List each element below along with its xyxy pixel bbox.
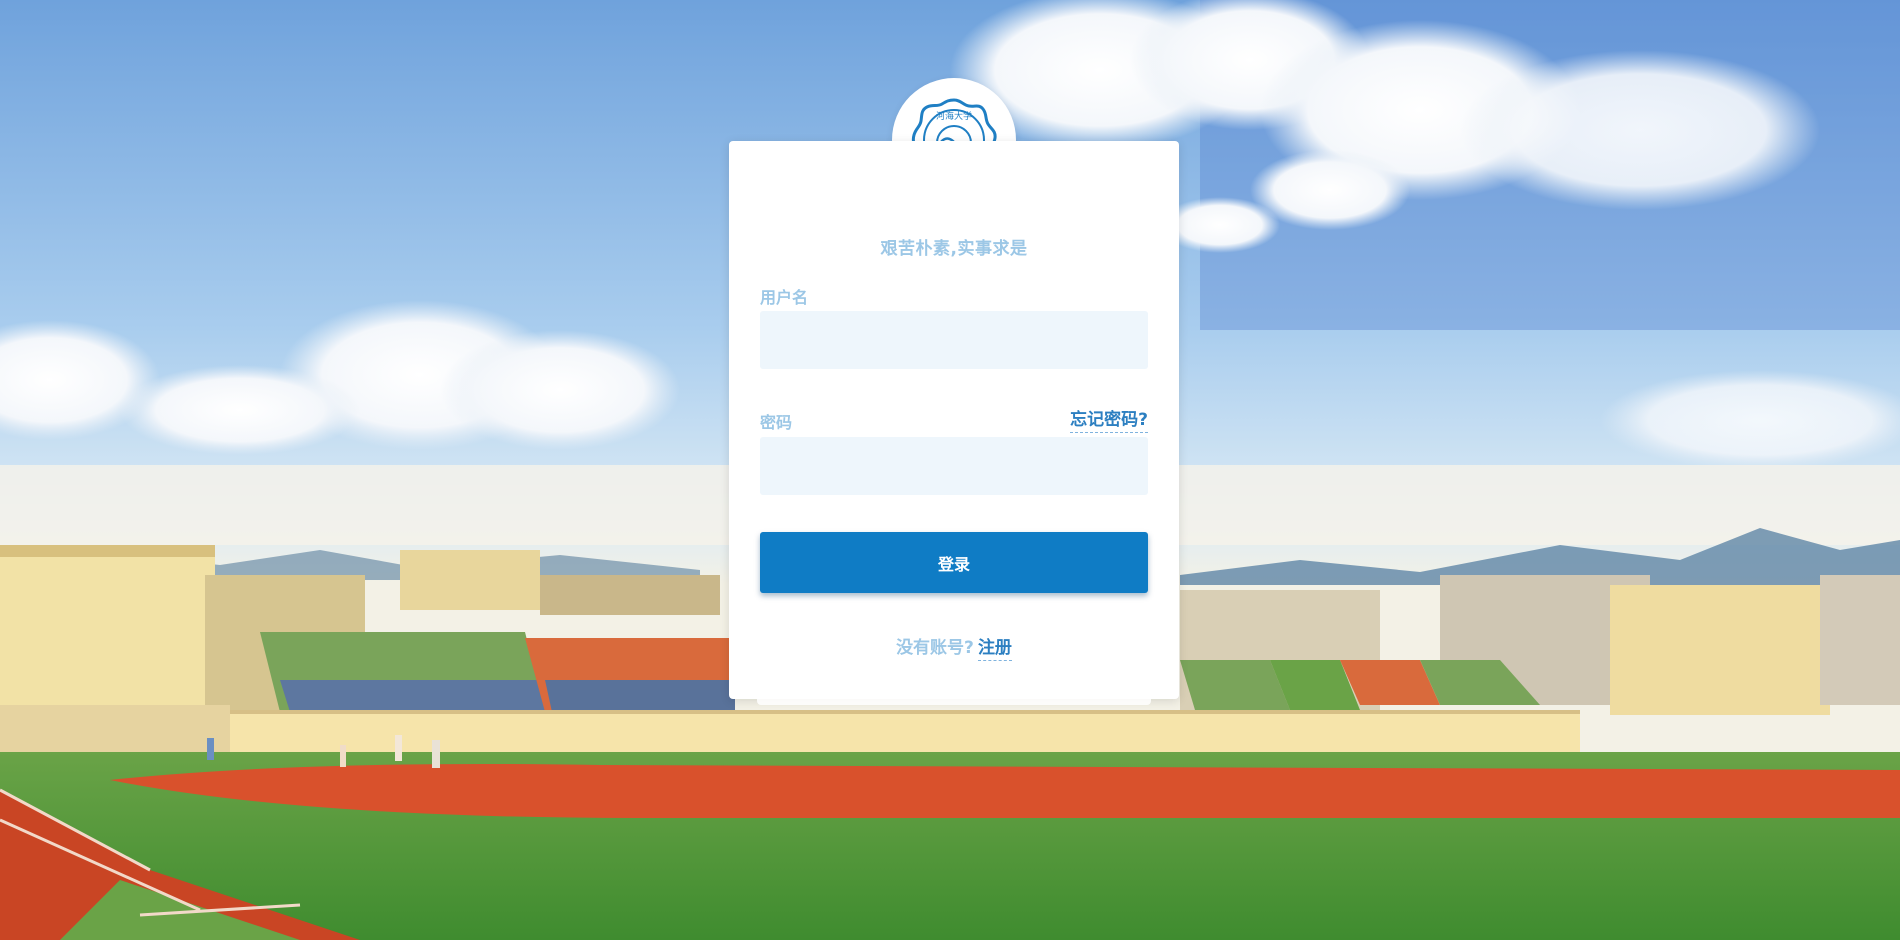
svg-text:河海大学: 河海大学 — [936, 110, 972, 122]
forgot-password-link[interactable]: 忘记密码? — [1070, 405, 1148, 433]
login-button[interactable]: 登录 — [760, 532, 1148, 593]
no-account-text: 没有账号? — [896, 638, 974, 658]
username-label: 用户名 — [760, 288, 809, 307]
register-row: 没有账号? 注册 — [729, 633, 1179, 661]
username-input[interactable] — [760, 311, 1148, 369]
motto-text: 艰苦朴素,实事求是 — [880, 239, 1028, 259]
password-input[interactable] — [760, 437, 1148, 495]
login-card: 艰苦朴素,实事求是 用户名 密码 忘记密码? 登录 没有账号? 注册 — [729, 141, 1179, 699]
card-bottom-strip — [757, 697, 1151, 705]
register-link[interactable]: 注册 — [977, 638, 1012, 661]
password-label: 密码 — [760, 413, 793, 432]
